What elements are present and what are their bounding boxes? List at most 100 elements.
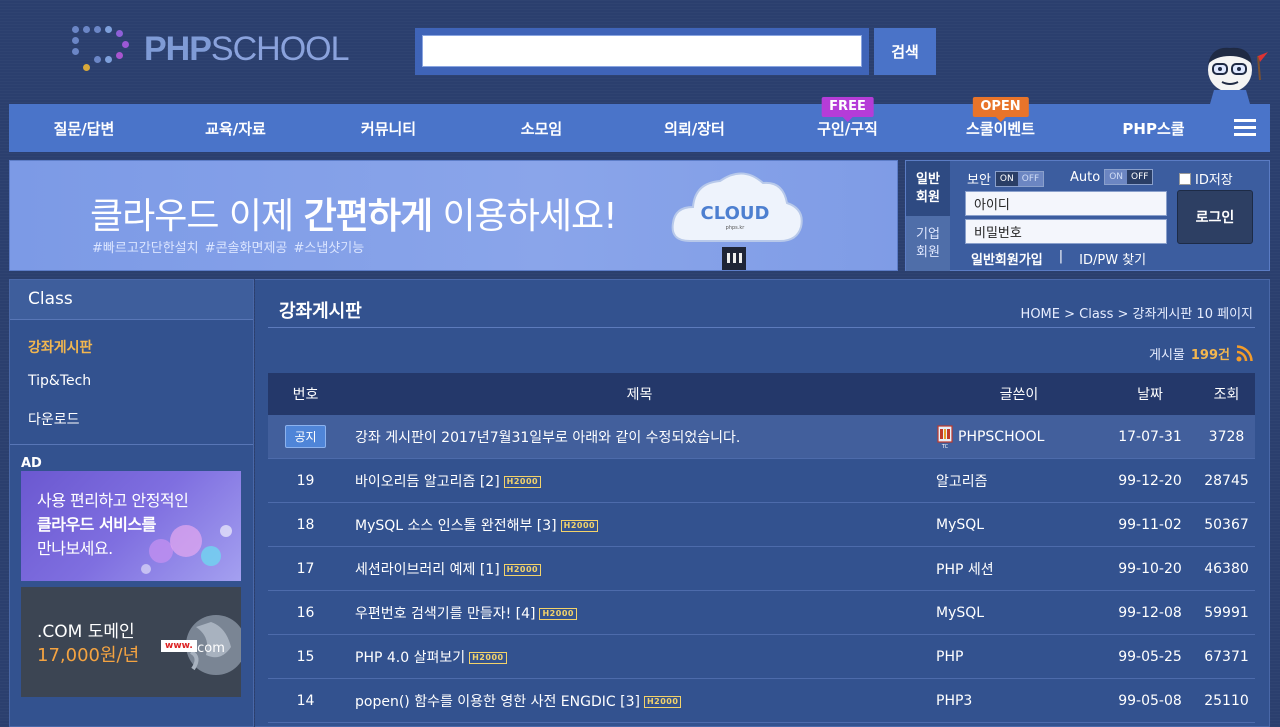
post-title[interactable]: popen() 함수를 이용한 영한 사전 ENGDIC [3] H2000 [343, 691, 936, 711]
find-account-link[interactable]: ID/PW 찾기 [1079, 249, 1146, 268]
id-field[interactable]: 아이디 [965, 191, 1167, 216]
nav-item-phpschool[interactable]: PHP스쿨 [1077, 118, 1230, 139]
h2000-badge: H2000 [503, 563, 542, 576]
post-title[interactable]: PHP 4.0 살펴보기 H2000 [343, 647, 936, 667]
table-row[interactable]: 18 MySQL 소스 인스톨 완전해부 [3] H2000 MySQL 99-1… [268, 503, 1255, 547]
nav-label: 스쿨이벤트 [965, 119, 1035, 138]
nav-item-community[interactable]: 커뮤니티 [312, 118, 465, 139]
menu-icon[interactable] [1234, 119, 1256, 137]
nav-label: 교육/자료 [205, 119, 266, 138]
post-author: 알고리즘 [936, 473, 988, 490]
table-header: 번호 제목 글쓴이 날짜 조회 [268, 373, 1255, 415]
nav-item-group[interactable]: 소모임 [465, 118, 618, 139]
table-row[interactable]: 16 우편번호 검색기를 만들자! [4] H2000 MySQL 99-12-0… [268, 591, 1255, 635]
post-title[interactable]: 강좌 게시판이 2017년7월31일부로 아래와 같이 수정되었습니다. [343, 427, 936, 447]
logo-php: PHP [144, 29, 212, 68]
sidebar-item-lectures[interactable]: 강좌게시판 [10, 328, 253, 364]
post-date: 99-12-08 [1118, 604, 1182, 621]
h2000-badge: H2000 [503, 475, 542, 488]
post-number: 19 [296, 472, 315, 489]
col-date: 날짜 [1137, 387, 1163, 403]
h2000-badge: H2000 [643, 695, 682, 708]
svg-text:CLOUD: CLOUD [701, 203, 770, 224]
post-author: MySQL [936, 516, 985, 533]
sidebar-item-download[interactable]: 다운로드 [10, 400, 253, 436]
table-row[interactable]: 17 세션라이브러리 예제 [1] H2000 PHP 세션 99-10-20 4… [268, 547, 1255, 591]
mascot-icon [1208, 47, 1268, 104]
join-link[interactable]: 일반회원가입 [971, 249, 1043, 268]
site-logo[interactable]: PHPSCHOOL [70, 24, 360, 74]
col-no: 번호 [292, 387, 319, 403]
post-author: PHP3 [936, 692, 973, 709]
link-separator: | [1058, 249, 1064, 264]
table-row[interactable]: 15 PHP 4.0 살펴보기 H2000 PHP 99-05-25 67371 [268, 635, 1255, 679]
post-date: 99-10-20 [1118, 560, 1182, 577]
nav-item-market[interactable]: 의뢰/장터 [618, 118, 771, 139]
nav-label: 소모임 [520, 119, 563, 138]
tab-member[interactable]: 일반 회원 [906, 161, 950, 216]
id-save-checkbox[interactable]: ID저장 [1179, 169, 1233, 188]
nav-item-jobs[interactable]: FREE 구인/구직 [771, 96, 924, 139]
logo-text: PHPSCHOOL [144, 29, 350, 69]
table-row[interactable]: 14 popen() 함수를 이용한 영한 사전 ENGDIC [3] H2000… [268, 679, 1255, 723]
sidebar-item-tiptech[interactable]: Tip&Tech [10, 364, 253, 400]
post-number: 16 [296, 604, 315, 621]
post-views: 67371 [1204, 648, 1249, 665]
checkbox-icon [1179, 172, 1191, 185]
post-views: 28745 [1204, 472, 1249, 489]
h2000-badge: H2000 [469, 651, 507, 664]
table-row[interactable]: 19 바이오리듬 알고리즘 [2] H2000 알고리즘 99-12-20 287… [268, 459, 1255, 503]
tab-company[interactable]: 기업 회원 [906, 216, 950, 271]
nav-label: 커뮤니티 [360, 119, 417, 138]
password-field[interactable]: 비밀번호 [965, 219, 1167, 244]
free-badge: FREE [821, 96, 874, 122]
col-title: 제목 [626, 387, 653, 403]
rss-icon[interactable] [1236, 345, 1253, 362]
sidebar-title: Class [10, 280, 253, 320]
login-panel: 일반 회원 기업 회원 보안 ON OFF Auto ON OFF ID저장 아이디… [905, 160, 1270, 271]
title-divider [268, 327, 1255, 328]
logo-school: SCHOOL [210, 29, 350, 68]
nav-item-education[interactable]: 교육/자료 [159, 118, 312, 139]
post-views: 50367 [1204, 516, 1249, 533]
post-title[interactable]: 세션라이브러리 예제 [1] H2000 [343, 559, 936, 579]
cloud-banner[interactable]: 클라우드 이제 간편하게 이용하세요! #빠르고간단한설치 #콘솔화면제공 #스… [9, 160, 898, 271]
post-views: 25110 [1204, 692, 1249, 709]
logo-dots-icon [70, 24, 142, 74]
post-views: 46380 [1204, 560, 1249, 577]
post-views: 59991 [1204, 604, 1249, 621]
nav-label: 질문/답변 [53, 119, 115, 138]
banner-tags: #빠르고간단한설치 #콘솔화면제공 #스냅샷기능 [92, 241, 365, 256]
cloud-service-ad[interactable]: 사용 편리하고 안정적인 클라우드 서비스를 만나보세요. [21, 471, 241, 581]
auto-toggle[interactable]: Auto ON OFF [1070, 169, 1154, 185]
svg-text:phps.kr: phps.kr [726, 225, 746, 231]
post-title[interactable]: 바이오리듬 알고리즘 [2] H2000 [343, 471, 936, 491]
post-title[interactable]: MySQL 소스 인스톨 완전해부 [3] H2000 [343, 515, 936, 535]
nav-item-qna[interactable]: 질문/답변 [9, 118, 159, 139]
security-toggle[interactable]: 보안 ON OFF [967, 169, 1045, 188]
post-views: 3728 [1208, 428, 1245, 445]
com-tag: .com [193, 641, 225, 656]
post-count: 게시물 199건 [1149, 344, 1253, 363]
nav-item-events[interactable]: OPEN 스쿨이벤트 [924, 96, 1077, 139]
login-tabs: 일반 회원 기업 회원 [906, 161, 950, 272]
search-input[interactable] [422, 35, 862, 67]
post-table: 번호 제목 글쓴이 날짜 조회 공지 강좌 게시판이 2017년7월31일부로 … [268, 373, 1255, 723]
search-button[interactable]: 검색 [874, 28, 936, 75]
login-links: 일반회원가입 | ID/PW 찾기 [971, 249, 1146, 268]
main-nav: 질문/답변 교육/자료 커뮤니티 소모임 의뢰/장터 FREE 구인/구직 OP… [9, 96, 1270, 152]
domain-ad[interactable]: .COM 도메인 17,000원/년 www. .com [21, 587, 241, 697]
notice-badge: 공지 [285, 425, 326, 448]
h2000-badge: H2000 [560, 519, 599, 532]
post-date: 17-07-31 [1118, 428, 1182, 445]
post-number: 14 [296, 692, 315, 709]
post-date: 99-05-08 [1118, 692, 1182, 709]
login-button[interactable]: 로그인 [1177, 190, 1253, 244]
banner-title: 클라우드 이제 간편하게 이용하세요! [90, 196, 618, 237]
post-author: PHP [936, 648, 964, 665]
nav-label: 구인/구직 [817, 119, 878, 138]
nav-label: PHP스쿨 [1122, 119, 1185, 138]
table-row-notice[interactable]: 공지 강좌 게시판이 2017년7월31일부로 아래와 같이 수정되었습니다. … [268, 415, 1255, 459]
post-title[interactable]: 우편번호 검색기를 만들자! [4] H2000 [343, 603, 936, 623]
site-header: PHPSCHOOL 검색 [0, 0, 1280, 104]
